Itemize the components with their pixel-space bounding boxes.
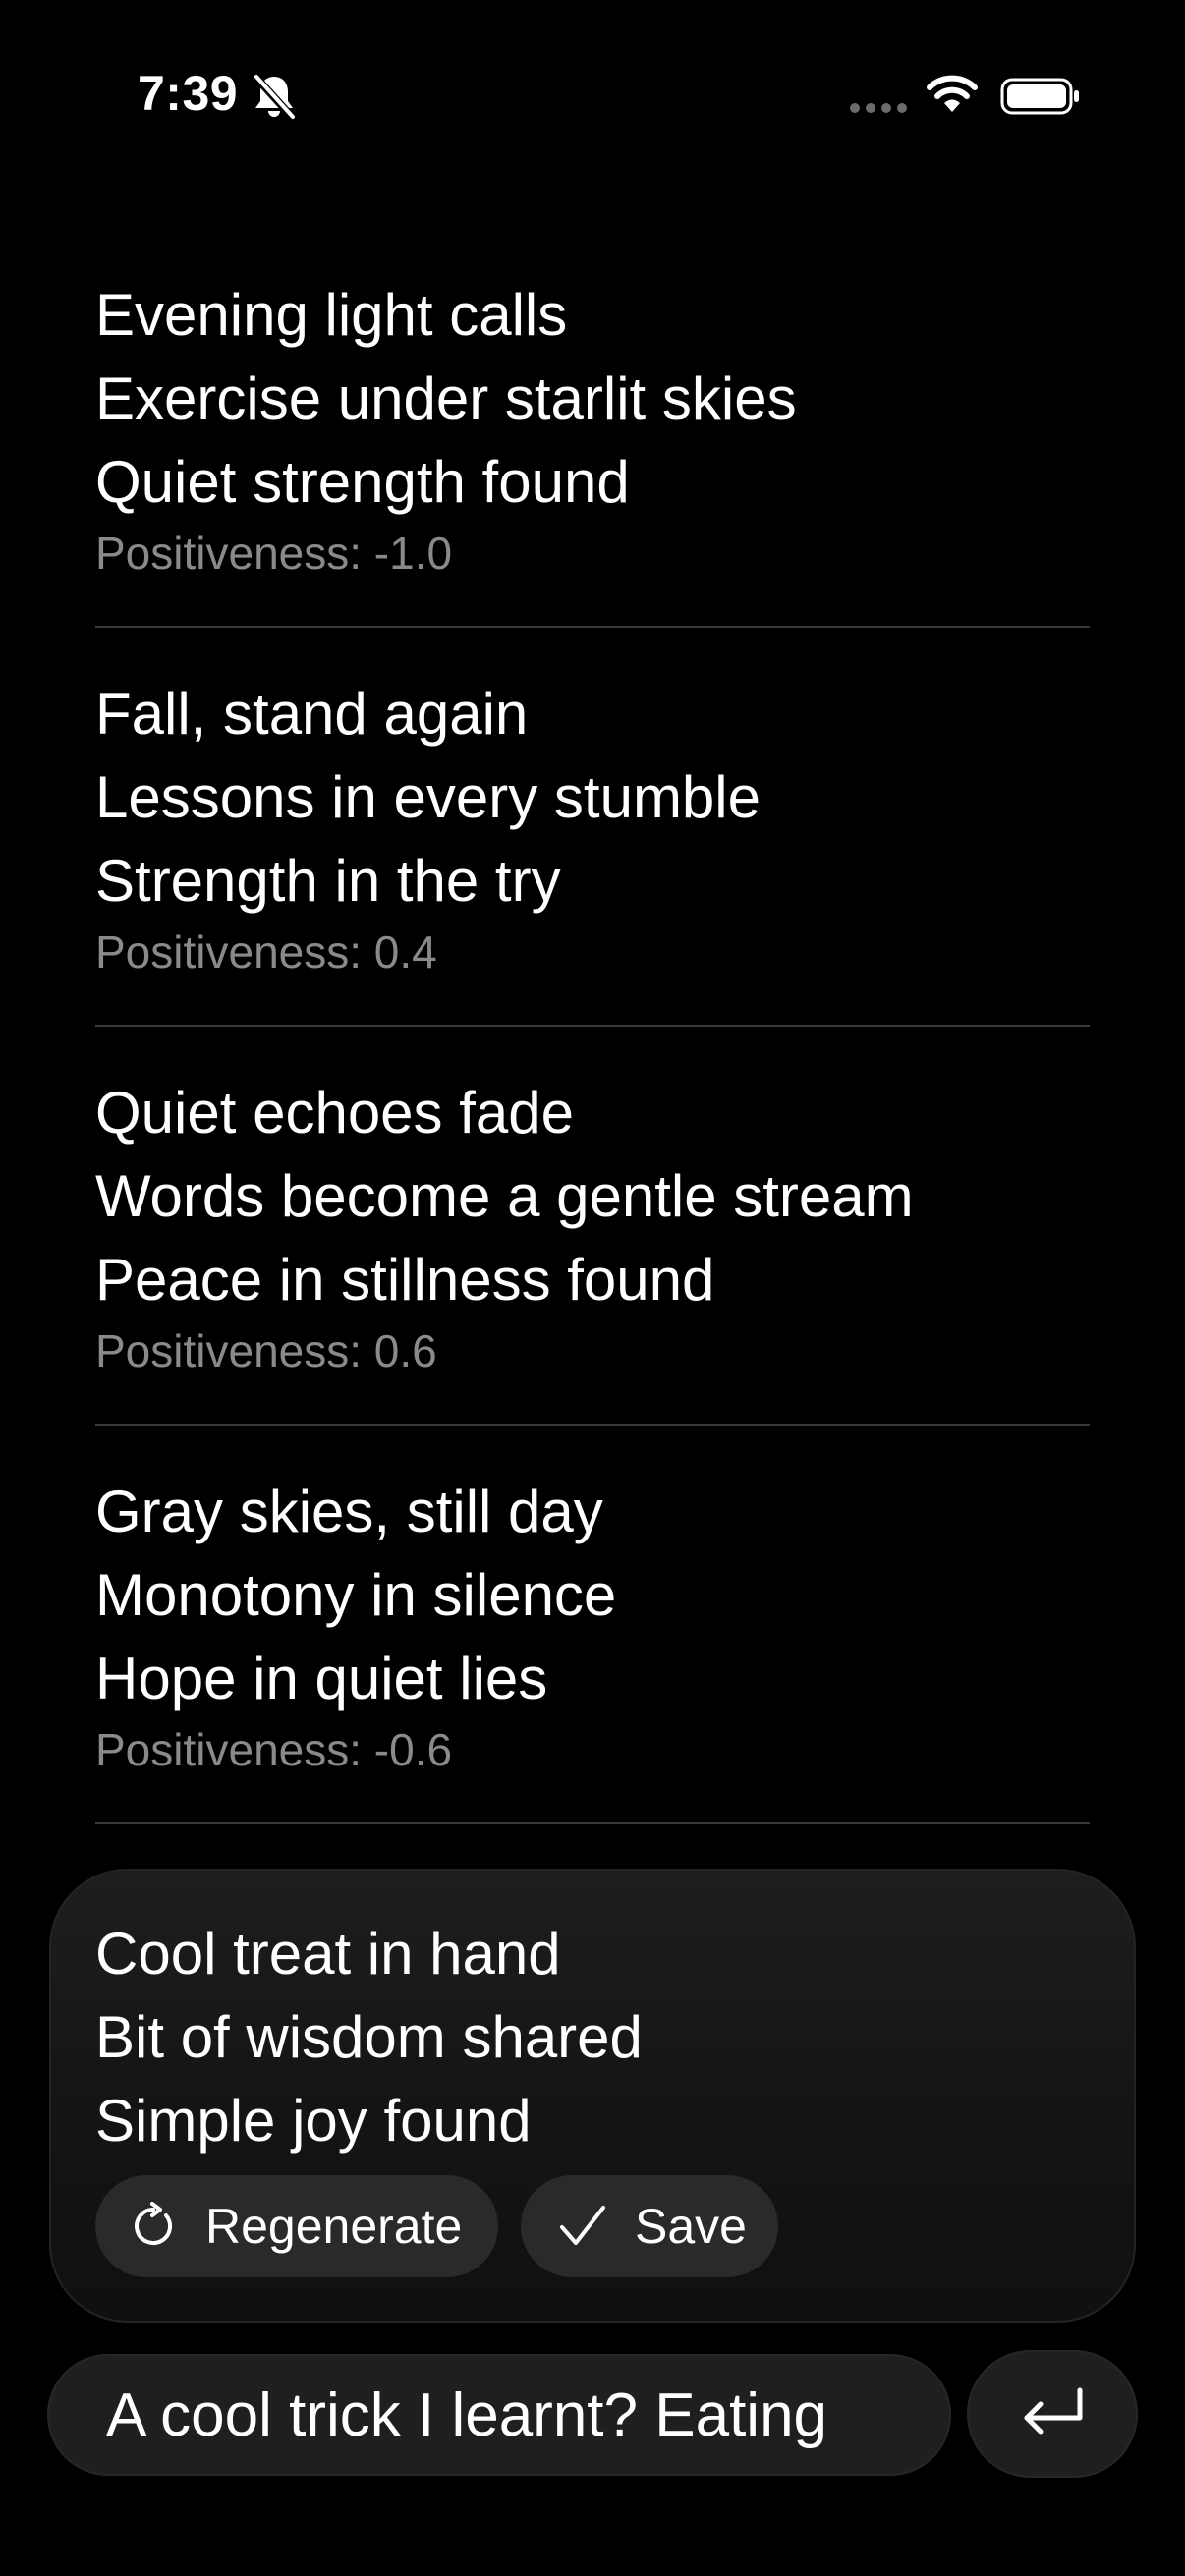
haiku-line: Exercise under starlit skies bbox=[95, 365, 797, 431]
positiveness-score: Positiveness: 0.6 bbox=[95, 1325, 437, 1376]
haiku-entry: Evening light calls Exercise under starl… bbox=[95, 273, 1090, 583]
haiku-line: Lessons in every stumble bbox=[95, 764, 761, 830]
haiku-line: Peace in stillness found bbox=[95, 1247, 715, 1313]
checkmark-icon bbox=[560, 2206, 605, 2245]
divider bbox=[95, 1424, 1090, 1426]
draft-haiku-card: Cool treat in hand Bit of wisdom shared … bbox=[49, 1869, 1136, 2323]
regenerate-button[interactable]: Regenerate bbox=[95, 2175, 498, 2277]
positiveness-score: Positiveness: 0.4 bbox=[95, 926, 437, 978]
battery-icon bbox=[1000, 78, 1079, 115]
draft-haiku-text: Cool treat in hand Bit of wisdom shared … bbox=[95, 1912, 643, 2162]
status-bar: 7:39 bbox=[0, 0, 1185, 196]
haiku-line: Quiet echoes fade bbox=[95, 1080, 575, 1146]
haiku-line: Gray skies, still day bbox=[95, 1479, 603, 1544]
wifi-icon bbox=[927, 75, 978, 112]
prompt-input[interactable] bbox=[106, 2354, 931, 2476]
return-icon bbox=[1024, 2387, 1083, 2435]
positiveness-score: Positiveness: -1.0 bbox=[95, 528, 453, 579]
draft-haiku-line: Simple joy found bbox=[95, 2088, 532, 2154]
submit-button[interactable] bbox=[967, 2350, 1138, 2478]
haiku-line: Monotony in silence bbox=[95, 1562, 617, 1628]
haiku-line: Hope in quiet lies bbox=[95, 1646, 548, 1711]
screen: 7:39 Evening light calls Exercise under … bbox=[0, 0, 1185, 2576]
divider bbox=[95, 1025, 1090, 1027]
prompt-field[interactable] bbox=[47, 2354, 951, 2476]
draft-haiku-line: Bit of wisdom shared bbox=[95, 2004, 643, 2070]
haiku-entry: Gray skies, still day Monotony in silenc… bbox=[95, 1470, 1090, 1779]
draft-haiku-line: Cool treat in hand bbox=[95, 1921, 561, 1987]
regenerate-label: Regenerate bbox=[205, 2199, 463, 2254]
haiku-entry: Quiet echoes fade Words become a gentle … bbox=[95, 1071, 1090, 1380]
haiku-line: Strength in the try bbox=[95, 848, 561, 914]
positiveness-score: Positiveness: -0.6 bbox=[95, 1724, 453, 1775]
divider bbox=[95, 1822, 1090, 1824]
haiku-line: Quiet strength found bbox=[95, 449, 630, 515]
cellular-dots-icon bbox=[850, 103, 907, 113]
haiku-entry: Fall, stand again Lessons in every stumb… bbox=[95, 672, 1090, 981]
save-label: Save bbox=[635, 2199, 747, 2254]
haiku-line: Evening light calls bbox=[95, 282, 568, 348]
status-time: 7:39 bbox=[138, 66, 239, 121]
bell-slash-icon bbox=[253, 74, 296, 120]
divider bbox=[95, 626, 1090, 628]
save-button[interactable]: Save bbox=[521, 2175, 778, 2277]
haiku-line: Fall, stand again bbox=[95, 681, 529, 747]
haiku-line: Words become a gentle stream bbox=[95, 1163, 914, 1229]
regenerate-icon bbox=[135, 2202, 172, 2245]
